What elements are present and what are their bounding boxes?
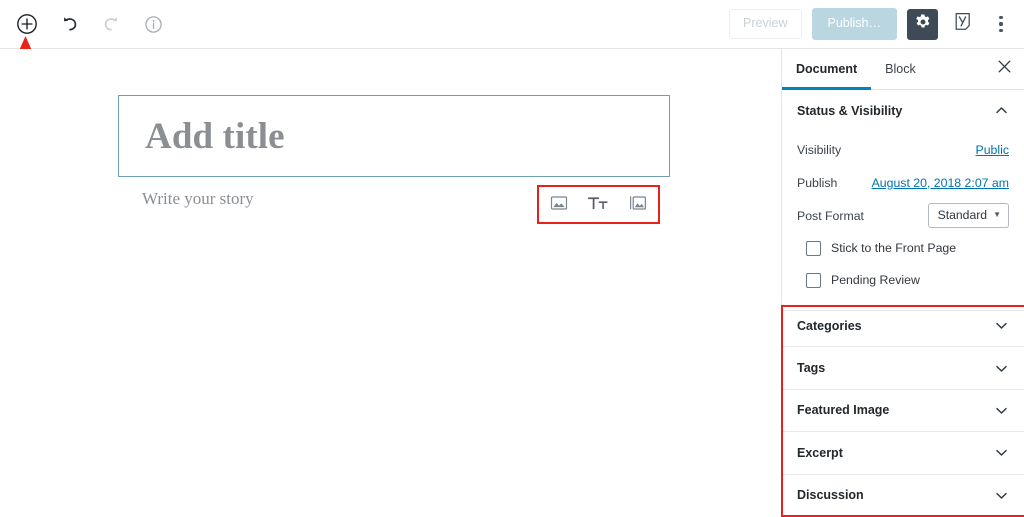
sticky-checkbox[interactable] [806, 240, 821, 256]
settings-button[interactable] [907, 8, 938, 40]
visibility-value-link[interactable]: Public [976, 143, 1010, 157]
gutenberg-editor-screen: Preview Publish… Add title Write your st… [0, 0, 1024, 517]
publish-button[interactable]: Publish… [811, 8, 897, 40]
panel-excerpt-header[interactable]: Excerpt [782, 432, 1024, 473]
pending-review-label: Pending Review [831, 273, 920, 287]
sticky-label: Stick to the Front Page [831, 241, 957, 255]
chevron-down-icon [994, 403, 1009, 418]
panel-categories-header[interactable]: Categories [782, 305, 1024, 346]
panel-excerpt-title: Excerpt [797, 445, 843, 460]
post-format-label: Post Format [797, 208, 864, 223]
chevron-down-icon: ▼ [993, 209, 1001, 219]
row-sticky[interactable]: Stick to the Front Page [797, 232, 1009, 264]
panel-discussion-header[interactable]: Discussion [782, 475, 1024, 516]
post-title-field[interactable]: Add title [118, 95, 670, 177]
panel-tags-title: Tags [797, 361, 826, 376]
panel-discussion: Discussion [782, 475, 1024, 517]
row-pending-review[interactable]: Pending Review [797, 264, 1009, 296]
quick-insert-image-button[interactable] [546, 192, 572, 218]
editor-canvas: Add title Write your story [0, 49, 781, 517]
panel-status-visibility: Status & Visibility Visibility Public Pu… [782, 90, 1024, 311]
content-info-button[interactable] [136, 7, 170, 41]
visibility-label: Visibility [797, 142, 842, 157]
pending-review-checkbox[interactable] [806, 272, 821, 288]
panel-featured-image: Featured Image [782, 390, 1024, 433]
chevron-down-icon [994, 445, 1009, 460]
panel-categories: Categories [782, 305, 1024, 348]
row-publish-date: Publish August 20, 2018 2:07 am [797, 166, 1009, 199]
panel-categories-title: Categories [797, 318, 862, 333]
gear-icon [914, 13, 932, 36]
collapsed-panel-group: Categories Tags Featured Image Excerpt D… [782, 305, 1024, 517]
panel-status-visibility-body: Visibility Public Publish August 20, 201… [782, 131, 1024, 310]
undo-icon [59, 14, 80, 35]
panel-tags-header[interactable]: Tags [782, 347, 1024, 388]
editor-top-bar: Preview Publish… [0, 0, 1024, 49]
kebab-menu-icon [999, 16, 1003, 32]
chevron-down-icon [994, 488, 1009, 503]
panel-featured-image-title: Featured Image [797, 403, 890, 418]
chevron-down-icon [994, 361, 1009, 376]
tab-document[interactable]: Document [782, 49, 872, 90]
text-size-icon [587, 193, 609, 216]
gallery-icon [628, 193, 648, 216]
redo-icon [101, 14, 122, 35]
post-format-value: Standard [937, 207, 988, 222]
chevron-down-icon [994, 318, 1009, 333]
image-icon [549, 193, 569, 216]
post-title-placeholder: Add title [145, 115, 285, 157]
post-body-placeholder[interactable]: Write your story [142, 189, 254, 209]
publish-label: Publish [797, 175, 838, 190]
panel-excerpt: Excerpt [782, 432, 1024, 475]
more-options-button[interactable] [988, 9, 1014, 39]
yoast-seo-button[interactable] [948, 9, 978, 39]
chevron-up-icon [994, 103, 1009, 118]
undo-button[interactable] [52, 7, 86, 41]
panel-tags: Tags [782, 347, 1024, 390]
yoast-logo-icon [953, 11, 973, 37]
panel-status-visibility-title: Status & Visibility [797, 103, 903, 118]
settings-sidebar: Document Block Status & Visibility Visib… [781, 49, 1024, 517]
row-post-format: Post Format Standard ▼ [797, 199, 1009, 232]
quick-insert-toolbar [537, 185, 660, 224]
panel-featured-image-header[interactable]: Featured Image [782, 390, 1024, 431]
sidebar-tab-bar: Document Block [782, 49, 1024, 90]
info-circle-icon [143, 14, 164, 35]
redo-button[interactable] [94, 7, 128, 41]
post-format-select[interactable]: Standard ▼ [927, 202, 1009, 229]
quick-insert-paragraph-button[interactable] [585, 192, 611, 218]
preview-button[interactable]: Preview [729, 9, 802, 39]
top-bar-right-tools: Preview Publish… [729, 8, 1024, 40]
quick-insert-gallery-button[interactable] [625, 192, 651, 218]
close-icon [997, 59, 1012, 79]
tab-block[interactable]: Block [871, 49, 930, 89]
row-visibility: Visibility Public [797, 133, 1009, 166]
panel-status-visibility-header[interactable]: Status & Visibility [782, 90, 1024, 131]
publish-date-link[interactable]: August 20, 2018 2:07 am [872, 176, 1009, 190]
close-sidebar-button[interactable] [984, 49, 1024, 89]
panel-discussion-title: Discussion [797, 488, 864, 503]
